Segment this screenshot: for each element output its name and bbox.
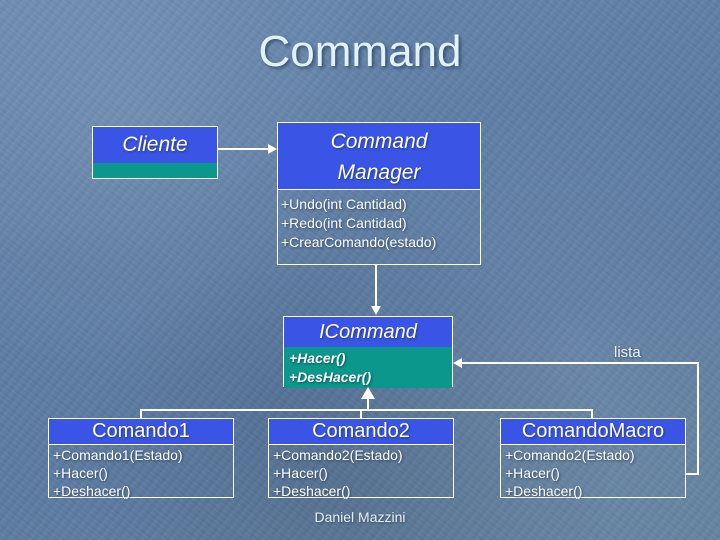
connector-cliente-to-manager bbox=[218, 148, 270, 150]
class-members-cliente bbox=[93, 163, 217, 178]
inheritance-drop-comando1 bbox=[140, 409, 142, 419]
association-lista-segment-bottom bbox=[686, 473, 699, 475]
page-title: Command bbox=[258, 27, 462, 76]
class-name-comando-macro: ComandoMacro bbox=[501, 419, 685, 444]
class-name-comando2: Comando2 bbox=[269, 419, 453, 444]
member-row: +Hacer() bbox=[53, 465, 108, 481]
association-lista-segment-vertical-right bbox=[697, 362, 699, 474]
member-row: +Redo(int Cantidad) bbox=[281, 215, 407, 231]
member-row: +Comando1(Estado) bbox=[53, 447, 183, 463]
class-box-icommand[interactable]: ICommand +Hacer() +DesHacer() bbox=[283, 316, 453, 388]
class-members-comando1: +Comando1(Estado) +Hacer() +Deshacer() bbox=[49, 444, 233, 499]
class-members-icommand: +Hacer() +DesHacer() bbox=[284, 347, 452, 388]
member-row: +Hacer() bbox=[273, 465, 328, 481]
arrow-head-icon-cliente-to-manager bbox=[268, 144, 277, 154]
class-members-comando2: +Comando2(Estado) +Hacer() +Deshacer() bbox=[269, 444, 453, 499]
member-row: +Hacer() bbox=[289, 350, 346, 366]
class-members-comando-macro: +Comando2(Estado) +Hacer() +Deshacer() bbox=[501, 444, 685, 499]
member-row: +Comando2(Estado) bbox=[273, 447, 403, 463]
member-row: +Hacer() bbox=[505, 465, 560, 481]
footer-author: Daniel Mazzini bbox=[314, 509, 406, 525]
class-name-command-manager: Command Manager bbox=[278, 123, 480, 189]
arrow-head-icon-manager-to-icommand bbox=[371, 306, 381, 315]
slide-canvas: Command Cliente Command Manager +Undo(in… bbox=[0, 0, 720, 540]
member-row: +Deshacer() bbox=[505, 483, 583, 499]
inheritance-drop-comando-macro bbox=[591, 409, 593, 419]
member-row: +Deshacer() bbox=[273, 483, 351, 499]
class-name-command-manager-line1: Command bbox=[330, 130, 428, 153]
class-box-cliente[interactable]: Cliente bbox=[92, 126, 218, 179]
member-row: +DesHacer() bbox=[289, 369, 372, 385]
association-label-lista: lista bbox=[614, 344, 641, 361]
connector-manager-to-icommand bbox=[375, 265, 377, 307]
arrow-head-icon-lista-to-icommand bbox=[453, 358, 462, 368]
class-members-command-manager: +Undo(int Cantidad) +Redo(int Cantidad) … bbox=[278, 189, 480, 264]
class-box-comando1[interactable]: Comando1 +Comando1(Estado) +Hacer() +Des… bbox=[48, 418, 234, 499]
class-name-command-manager-line2: Manager bbox=[337, 161, 421, 184]
member-row: +Undo(int Cantidad) bbox=[281, 196, 407, 212]
member-row: +Deshacer() bbox=[53, 483, 131, 499]
class-name-icommand: ICommand bbox=[284, 317, 452, 347]
association-lista-segment-top bbox=[462, 362, 699, 364]
member-row: +Comando2(Estado) bbox=[505, 447, 635, 463]
class-name-comando1: Comando1 bbox=[49, 419, 233, 444]
class-name-cliente: Cliente bbox=[93, 127, 217, 163]
class-box-command-manager[interactable]: Command Manager +Undo(int Cantidad) +Red… bbox=[277, 122, 481, 265]
member-row: +CrearComando(estado) bbox=[281, 234, 437, 250]
inheritance-drop-comando2 bbox=[360, 409, 362, 419]
class-box-comando2[interactable]: Comando2 +Comando2(Estado) +Hacer() +Des… bbox=[268, 418, 454, 499]
class-box-comando-macro[interactable]: ComandoMacro +Comando2(Estado) +Hacer() … bbox=[500, 418, 686, 499]
inheritance-bus bbox=[140, 409, 593, 411]
